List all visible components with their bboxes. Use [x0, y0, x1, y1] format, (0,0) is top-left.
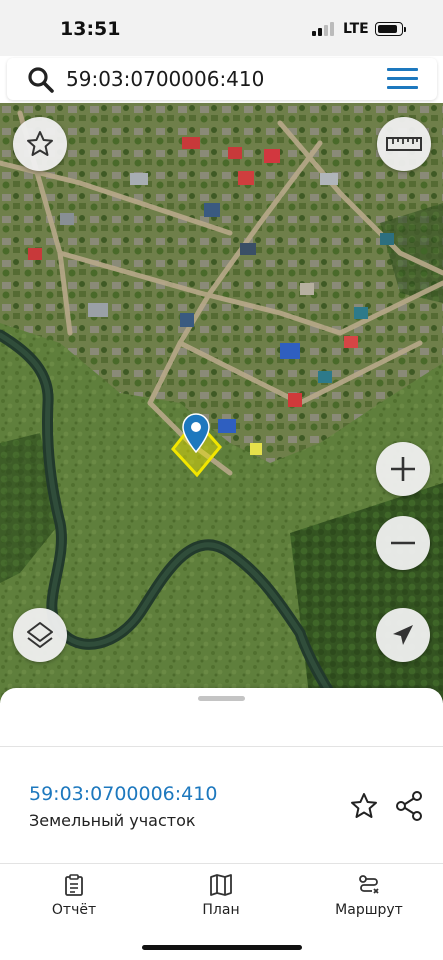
divider: [0, 746, 443, 747]
battery-icon: [375, 22, 406, 36]
tab-report-label: Отчёт: [51, 902, 97, 918]
search-icon[interactable]: [27, 66, 55, 94]
divider: [0, 863, 443, 864]
star-icon[interactable]: [349, 791, 379, 821]
zoom-out-button[interactable]: [376, 516, 430, 570]
tab-route[interactable]: Маршрут: [314, 874, 424, 924]
locate-me-button[interactable]: [376, 608, 430, 662]
tab-plan-label: План: [202, 902, 240, 918]
share-icon[interactable]: [394, 790, 424, 822]
tab-report[interactable]: Отчёт: [19, 874, 129, 924]
parcel-type: Земельный участок: [29, 811, 196, 830]
location-pin-icon[interactable]: [182, 413, 210, 453]
network-type: LTE: [343, 21, 369, 37]
parcel-bottom-sheet[interactable]: 59:03:0700006:410 Земельный участок Отчё…: [0, 688, 443, 960]
star-icon: [27, 131, 53, 156]
search-input[interactable]: 59:03:0700006:410: [66, 67, 264, 91]
layers-icon: [27, 622, 53, 648]
ruler-icon: [386, 137, 422, 151]
minus-icon: [391, 541, 415, 545]
tab-plan[interactable]: План: [166, 874, 276, 924]
hamburger-menu-icon[interactable]: [387, 67, 421, 91]
route-icon: [359, 875, 379, 894]
sheet-grabber[interactable]: [198, 696, 245, 701]
search-bar[interactable]: 59:03:0700006:410: [7, 58, 437, 100]
ruler-button[interactable]: [377, 117, 431, 171]
plus-icon: [391, 457, 415, 481]
zoom-in-button[interactable]: [376, 442, 430, 496]
favorite-map-button[interactable]: [13, 117, 67, 171]
report-clipboard-icon: [65, 874, 83, 896]
home-indicator[interactable]: [142, 945, 302, 950]
satellite-map[interactable]: [0, 103, 443, 703]
layers-button[interactable]: [13, 608, 67, 662]
status-time: 13:51: [60, 18, 121, 40]
tab-route-label: Маршрут: [335, 902, 403, 918]
cellular-signal-icon: [312, 22, 336, 36]
navigation-arrow-icon: [393, 625, 413, 645]
status-bar: 13:51 LTE: [0, 0, 443, 56]
parcel-cadastral-number[interactable]: 59:03:0700006:410: [29, 783, 217, 805]
map-imagery: [0, 103, 443, 703]
map-plan-icon: [210, 874, 232, 896]
